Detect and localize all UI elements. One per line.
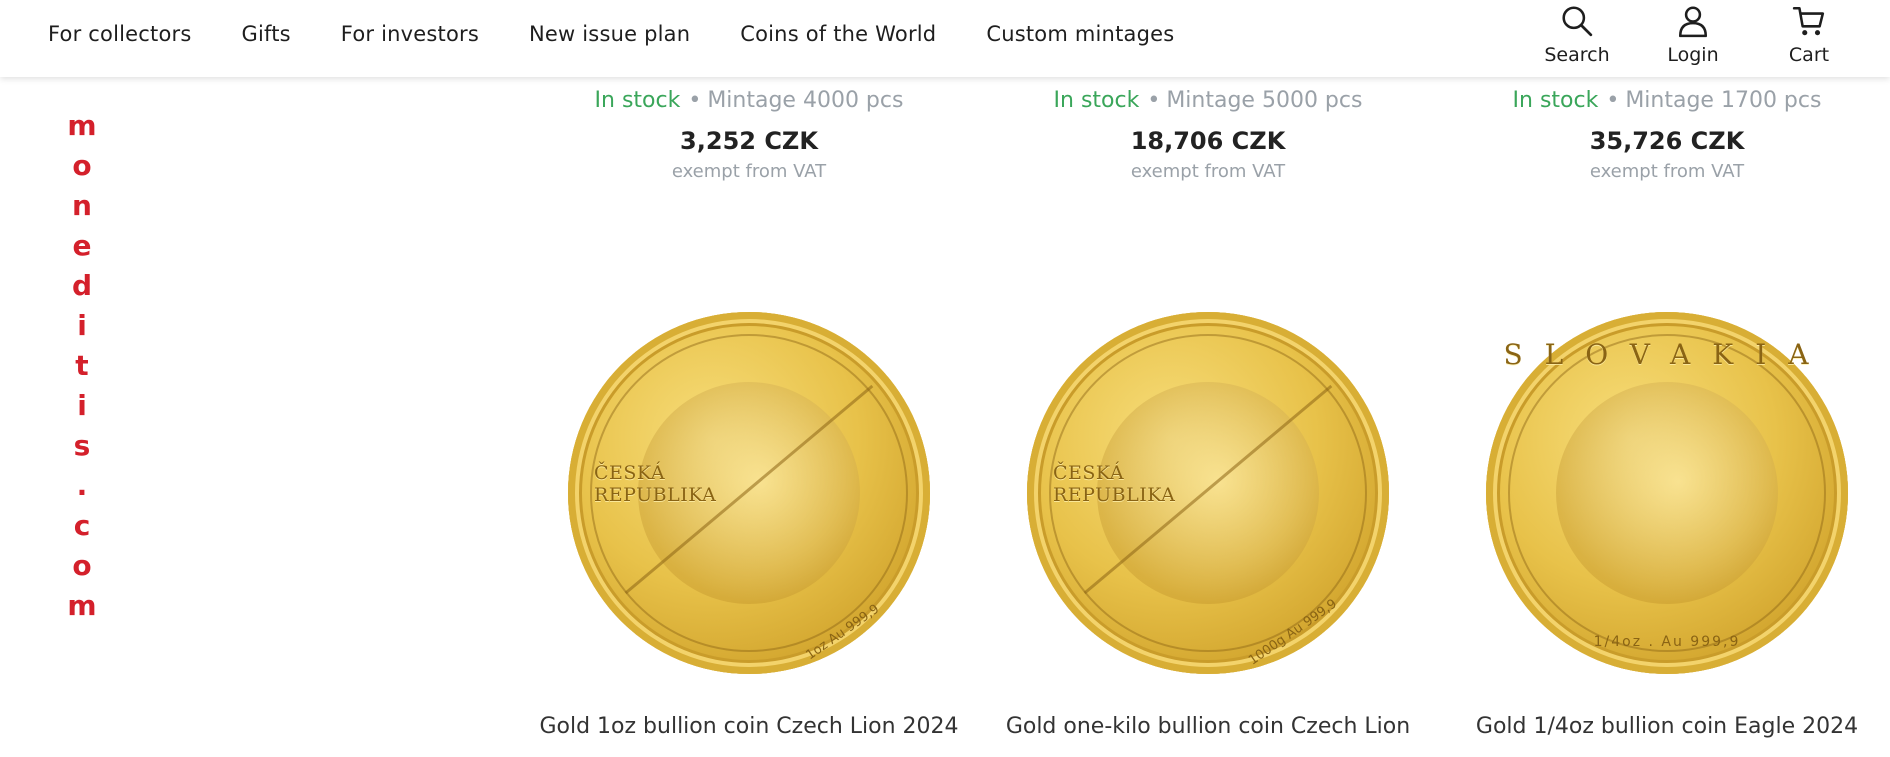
nav-coins-of-the-world[interactable]: Coins of the World bbox=[740, 22, 936, 46]
logo-letter: m bbox=[67, 109, 97, 142]
search-icon bbox=[1562, 6, 1593, 37]
product-card-info: In stock • Mintage 1700 pcs 35,726 CZK exe… bbox=[1457, 88, 1877, 182]
product-image-czech-lion-1oz[interactable]: ČESKÁ REPUBLIKA 1oz Au 999,9 bbox=[568, 312, 930, 674]
top-navigation-bar: For collectors Gifts For investors New i… bbox=[0, 0, 1890, 77]
stock-line: In stock • Mintage 1700 pcs bbox=[1512, 88, 1822, 113]
login-button[interactable]: Login bbox=[1652, 4, 1734, 66]
stock-line: In stock • Mintage 4000 pcs bbox=[594, 88, 904, 113]
logo-letter: m bbox=[67, 589, 97, 622]
cart-icon bbox=[1792, 6, 1825, 36]
mintage: Mintage 4000 pcs bbox=[707, 88, 904, 113]
logo-letter: i bbox=[77, 389, 87, 422]
product-price: 3,252 CZK bbox=[680, 127, 818, 155]
user-icon bbox=[1678, 6, 1708, 38]
stock-status: In stock bbox=[1512, 88, 1599, 113]
vat-note: exempt from VAT bbox=[1589, 161, 1745, 182]
cart-label: Cart bbox=[1788, 44, 1830, 66]
logo-letter: t bbox=[75, 349, 89, 382]
search-button[interactable]: Search bbox=[1536, 4, 1618, 66]
product-name-link[interactable]: Gold 1oz bullion coin Czech Lion 2024 bbox=[539, 710, 959, 744]
stock-line: In stock • Mintage 5000 pcs bbox=[1053, 88, 1363, 113]
logo-letter: e bbox=[72, 229, 92, 262]
stock-status: In stock bbox=[594, 88, 681, 113]
logo-letter: c bbox=[73, 509, 91, 542]
header-actions: Search Login Cart bbox=[1536, 4, 1850, 66]
coin-inscription: SLOVAKIA bbox=[1503, 338, 1831, 371]
product-card-info: In stock • Mintage 5000 pcs 18,706 CZK exe… bbox=[998, 88, 1418, 182]
product-image-czech-lion-1kg[interactable]: ČESKÁ REPUBLIKA 1000g Au 999,9 bbox=[1027, 312, 1389, 674]
coin-inscription: ČESKÁ REPUBLIKA bbox=[1053, 462, 1176, 506]
logo-letter: n bbox=[72, 189, 92, 222]
product-name-link[interactable]: Gold one-kilo bullion coin Czech Lion bbox=[998, 710, 1418, 744]
product-card-info: In stock • Mintage 4000 pcs 3,252 CZK exem… bbox=[539, 88, 959, 182]
logo-letter: o bbox=[72, 149, 92, 182]
product-price: 35,726 CZK bbox=[1589, 127, 1745, 155]
mintage: Mintage 5000 pcs bbox=[1166, 88, 1363, 113]
mintage: Mintage 1700 pcs bbox=[1625, 88, 1822, 113]
nav-for-collectors[interactable]: For collectors bbox=[48, 22, 191, 46]
product-image-eagle-quarter-oz[interactable]: SLOVAKIA 1/4oz . Au 999,9 bbox=[1486, 312, 1848, 674]
vat-note: exempt from VAT bbox=[1130, 161, 1286, 182]
logo-letter: o bbox=[72, 549, 92, 582]
coin-fineness: 1/4oz . Au 999,9 bbox=[1593, 634, 1741, 650]
site-logo[interactable]: m o n e d i t i s . c o m bbox=[60, 106, 104, 626]
cart-button[interactable]: Cart bbox=[1768, 4, 1850, 66]
product-name-link[interactable]: Gold 1/4oz bullion coin Eagle 2024 bbox=[1457, 710, 1877, 744]
nav-gifts[interactable]: Gifts bbox=[241, 22, 290, 46]
logo-letter: . bbox=[76, 469, 88, 502]
main-menu: For collectors Gifts For investors New i… bbox=[48, 22, 1174, 46]
nav-new-issue-plan[interactable]: New issue plan bbox=[529, 22, 690, 46]
product-price: 18,706 CZK bbox=[1130, 127, 1286, 155]
stock-status: In stock bbox=[1053, 88, 1140, 113]
logo-letter: s bbox=[73, 429, 91, 462]
logo-letter: d bbox=[71, 269, 93, 302]
coin-inscription: ČESKÁ REPUBLIKA bbox=[594, 462, 717, 506]
search-label: Search bbox=[1544, 44, 1610, 66]
nav-custom-mintages[interactable]: Custom mintages bbox=[986, 22, 1174, 46]
nav-for-investors[interactable]: For investors bbox=[341, 22, 479, 46]
vat-note: exempt from VAT bbox=[671, 161, 827, 182]
login-label: Login bbox=[1667, 44, 1719, 66]
logo-letter: i bbox=[77, 309, 87, 342]
